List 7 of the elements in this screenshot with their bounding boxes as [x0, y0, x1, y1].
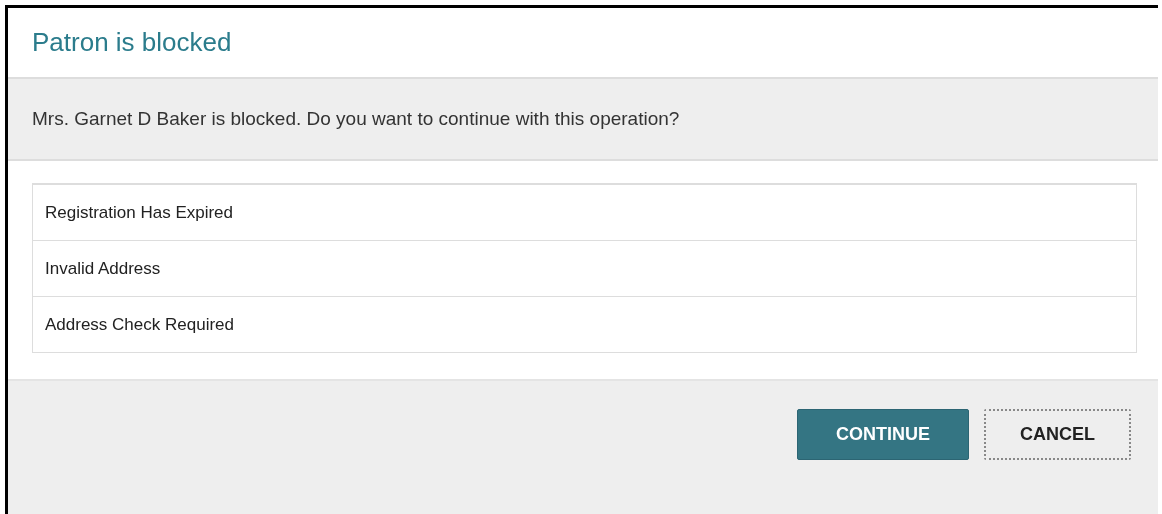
cancel-button[interactable]: CANCEL: [984, 409, 1131, 460]
reason-item: Registration Has Expired: [44, 201, 235, 224]
reason-item: Invalid Address: [33, 240, 1136, 296]
dialog-title: Patron is blocked: [32, 27, 232, 58]
continue-button[interactable]: CONTINUE: [797, 409, 969, 460]
message-text: Mrs. Garnet D Baker is blocked. Do you want to continue with this operation?: [32, 108, 680, 130]
reason-item: Address Check Required: [33, 296, 1136, 352]
